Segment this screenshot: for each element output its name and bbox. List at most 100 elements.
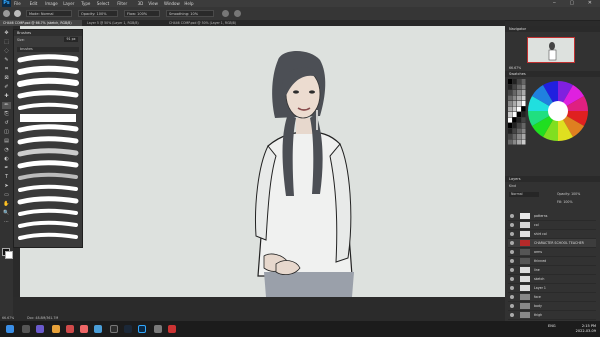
mail-icon[interactable] [94,325,102,333]
frame-tool-icon[interactable]: ⊠ [2,75,11,82]
gradient-tool-icon[interactable]: ▤ [2,138,11,145]
menu-3d[interactable]: 3D [138,0,144,7]
zoom-tool-icon[interactable]: 🔍 [2,210,11,217]
language-indicator[interactable]: ENG [548,324,556,329]
menu-filter[interactable]: Filter [117,0,127,7]
swatches-panel-title: Swatches [505,71,600,77]
layer-row[interactable]: sketch [508,275,596,284]
app2-icon[interactable] [154,325,162,333]
document-canvas[interactable] [20,26,505,297]
layer-name: CHARACTER SCHOOL TEACHER [534,241,584,245]
visibility-eye-icon[interactable] [510,313,514,317]
path-select-tool-icon[interactable]: ➤ [2,183,11,190]
move-tool-icon[interactable]: ✥ [2,30,11,37]
home-icon[interactable] [3,10,10,17]
brush-tool-icon[interactable]: ✏ [2,102,11,109]
blur-tool-icon[interactable]: ◔ [2,147,11,154]
brushes-panel: Brushes Size: 91 px brushes [13,29,83,248]
swatches-grid[interactable] [508,79,597,189]
eraser-tool-icon[interactable]: ◫ [2,129,11,136]
visibility-eye-icon[interactable] [510,223,514,227]
task-view-icon[interactable] [36,325,44,333]
menu-image[interactable]: Image [45,0,58,7]
menu-type[interactable]: Type [81,0,90,7]
app-icon[interactable] [66,325,74,333]
background-color-swatch[interactable] [5,251,13,259]
visibility-eye-icon[interactable] [510,286,514,290]
menu-edit[interactable]: Edit [30,0,38,7]
layer-row[interactable]: CHARACTER SCHOOL TEACHER [508,239,596,248]
layer-row[interactable]: col [508,221,596,230]
navigator-zoom[interactable]: 66.67% [509,66,521,70]
browser-icon[interactable] [80,325,88,333]
menu-view[interactable]: View [148,0,158,7]
layer-thumbnail [520,213,530,219]
smoothing-field[interactable]: Smoothing: 10% [166,10,214,17]
layer-row[interactable]: Layer 1 [508,284,596,293]
stamp-tool-icon[interactable]: ⎘ [2,111,11,118]
layer-name: thinned [534,259,547,263]
layer-row[interactable]: thigh [508,311,596,320]
marquee-tool-icon[interactable]: ⬚ [2,39,11,46]
navigator-thumbnail[interactable] [527,37,575,63]
photoshop-logo: Ps [2,0,11,7]
menu-window[interactable]: Window [164,0,180,7]
visibility-eye-icon[interactable] [510,232,514,236]
layer-filter-kind[interactable]: Kind [509,184,516,188]
opacity-field[interactable]: Opacity: 100% [78,10,118,17]
dodge-tool-icon[interactable]: ◐ [2,156,11,163]
window-controls[interactable]: ‒ ▢ ✕ [553,0,598,7]
visibility-eye-icon[interactable] [510,295,514,299]
windows-taskbar: ENG 2:15 PM 2022-03-09 [0,321,600,337]
search-icon[interactable] [22,325,30,333]
layer-blend-mode[interactable]: Normal [509,192,539,197]
terminal-icon[interactable] [110,325,118,333]
eyedropper-tool-icon[interactable]: ✐ [2,84,11,91]
brush-stroke-previews[interactable] [14,30,82,247]
layer-row[interactable]: patterns [508,212,596,221]
layer-name: shirt col [534,232,547,236]
healing-tool-icon[interactable]: ✚ [2,93,11,100]
layer-row[interactable]: arms [508,248,596,257]
mode-select[interactable]: Mode: Normal [26,10,72,17]
settings-icon[interactable] [222,10,229,17]
character-illustration [255,51,354,297]
hand-tool-icon[interactable]: ✋ [2,201,11,208]
layer-row[interactable]: line [508,266,596,275]
symmetry-icon[interactable] [234,10,241,17]
layer-fill[interactable]: Fill: 100% [557,200,572,204]
steam-icon[interactable] [124,325,132,333]
menu-select[interactable]: Select [97,0,109,7]
visibility-eye-icon[interactable] [510,259,514,263]
layer-row[interactable]: body [508,302,596,311]
type-tool-icon[interactable]: T [2,174,11,181]
menu-help[interactable]: Help [184,0,193,7]
layer-row[interactable]: thinned [508,257,596,266]
quick-select-tool-icon[interactable]: ✎ [2,57,11,64]
crop-tool-icon[interactable]: ⌗ [2,66,11,73]
flow-field[interactable]: Flow: 100% [124,10,160,17]
layer-name: arms [534,250,542,254]
visibility-eye-icon[interactable] [510,268,514,272]
menu-layer[interactable]: Layer [63,0,74,7]
photoshop-taskbar-icon[interactable] [138,325,146,333]
layer-row[interactable]: face [508,293,596,302]
explorer-icon[interactable] [52,325,60,333]
visibility-eye-icon[interactable] [510,250,514,254]
pen-tool-icon[interactable]: ✒ [2,165,11,172]
visibility-eye-icon[interactable] [510,241,514,245]
app3-icon[interactable] [168,325,176,333]
visibility-eye-icon[interactable] [510,277,514,281]
history-brush-tool-icon[interactable]: ↺ [2,120,11,127]
brush-preset-icon[interactable] [14,10,21,17]
more-tools-icon[interactable]: ⋯ [2,219,11,226]
layer-opacity[interactable]: Opacity: 100% [557,192,580,196]
clock[interactable]: 2:15 PM 2022-03-09 [566,324,596,333]
shape-tool-icon[interactable]: ▭ [2,192,11,199]
menu-file[interactable]: File [14,0,21,7]
layer-row[interactable]: shirt col [508,230,596,239]
visibility-eye-icon[interactable] [510,304,514,308]
start-icon[interactable] [6,325,14,333]
visibility-eye-icon[interactable] [510,214,514,218]
lasso-tool-icon[interactable]: ◌ [2,48,11,55]
